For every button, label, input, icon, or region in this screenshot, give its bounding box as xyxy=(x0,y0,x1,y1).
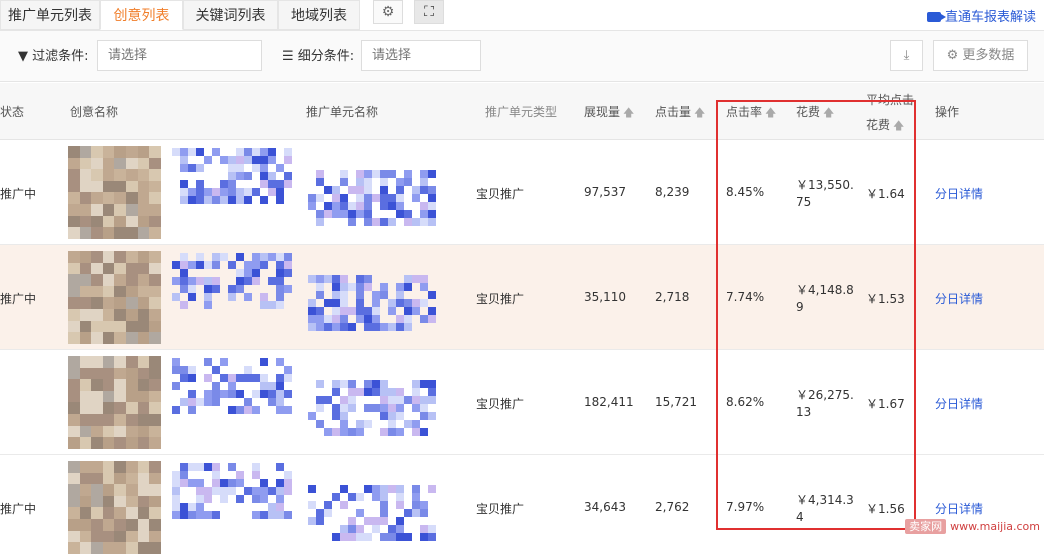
sort-arrow-icon: 🡅 xyxy=(823,106,835,119)
tab-unit-list[interactable]: 推广单元列表 xyxy=(0,0,100,30)
settings-button[interactable]: ⚙ xyxy=(373,0,403,24)
tab-keyword-list[interactable]: 关键词列表 xyxy=(183,0,278,30)
fullscreen-button[interactable]: ⛶ xyxy=(414,0,444,24)
col-status: 状态 xyxy=(0,105,25,119)
filter-label: ▼ 过滤条件: xyxy=(18,49,89,64)
creative-thumbnail[interactable] xyxy=(68,461,162,555)
daily-detail-link[interactable]: 分日详情 xyxy=(935,395,983,412)
row-unit-type: 宝贝推广 xyxy=(476,292,525,306)
row-avg-cpc: ￥1.67 xyxy=(866,397,905,411)
row-unit-type: 宝贝推广 xyxy=(476,502,525,516)
download-button[interactable]: ⤓ xyxy=(890,40,923,71)
row-clicks: 15,721 xyxy=(655,395,697,409)
row-status: 推广中 xyxy=(0,502,37,516)
row-status: 推广中 xyxy=(0,187,37,201)
table-row: 推广中 宝贝推广 35,110 2,718 7.74% ￥4,148.8 9 ￥… xyxy=(0,245,1044,350)
col-clicks[interactable]: 点击量 🡅 xyxy=(655,103,705,123)
row-cost-cont: 75 xyxy=(796,195,812,209)
col-avg-cpc[interactable]: 平均点击 xyxy=(866,91,914,108)
row-ctr: 7.74% xyxy=(726,290,765,304)
row-cost: ￥13,550. xyxy=(796,178,854,192)
tab-bar: 推广单元列表 创意列表 关键词列表 地域列表 ⚙ ⛶ 直通车报表解读 xyxy=(0,0,1044,30)
row-impressions: 182,411 xyxy=(584,395,634,409)
row-impressions: 35,110 xyxy=(584,290,626,304)
col-cost[interactable]: 花费 🡅 xyxy=(796,103,834,123)
row-avg-cpc: ￥1.56 xyxy=(866,502,905,516)
more-data-button[interactable]: ⚙ 更多数据 xyxy=(933,40,1028,71)
row-cost-cont: 9 xyxy=(796,300,804,314)
creative-thumbnail[interactable] xyxy=(68,356,162,450)
row-cost: ￥4,148.8 xyxy=(796,283,854,297)
daily-detail-link[interactable]: 分日详情 xyxy=(935,500,983,517)
watermark: 卖家网 www.maijia.com xyxy=(905,518,1040,534)
filter-select[interactable] xyxy=(97,40,262,71)
sort-arrow-icon: 🡅 xyxy=(623,106,635,119)
row-ctr: 8.62% xyxy=(726,395,765,409)
col-unit-type: 推广单元类型 xyxy=(485,105,558,119)
row-unit-type: 宝贝推广 xyxy=(476,187,525,201)
filter-bar: ▼ 过滤条件: ☰ 细分条件: ⤓ ⚙ 更多数据 xyxy=(0,30,1044,82)
gear-icon: ⚙ xyxy=(946,48,959,63)
daily-detail-link[interactable]: 分日详情 xyxy=(935,185,983,202)
creative-thumbnail[interactable] xyxy=(68,146,162,240)
daily-detail-link[interactable]: 分日详情 xyxy=(935,290,983,307)
expand-icon: ⛶ xyxy=(424,4,434,20)
table-row: 推广中 宝贝推广 34,643 2,762 7.97% ￥4,314.3 4 ￥… xyxy=(0,455,1044,560)
sort-arrow-icon: 🡅 xyxy=(694,106,706,119)
row-unit-type: 宝贝推广 xyxy=(476,397,525,411)
row-impressions: 97,537 xyxy=(584,185,626,199)
list-icon: ☰ xyxy=(282,49,294,64)
gear-icon: ⚙ xyxy=(381,4,395,20)
row-clicks: 2,762 xyxy=(655,500,690,514)
segment-label: ☰ 细分条件: xyxy=(282,49,355,64)
col-impressions[interactable]: 展现量 🡅 xyxy=(584,103,634,123)
segment-select[interactable] xyxy=(361,40,481,71)
col-unit-name: 推广单元名称 xyxy=(306,105,379,119)
sort-arrow-icon: 🡅 xyxy=(893,119,905,132)
funnel-icon: ▼ xyxy=(18,49,28,64)
row-cost: ￥4,314.3 xyxy=(796,493,854,507)
table-header: 状态 创意名称 推广单元名称 推广单元类型 展现量 🡅 点击量 🡅 点击率 🡅 花费 🡅… xyxy=(0,83,1044,140)
row-cost-cont: 4 xyxy=(796,510,804,524)
sort-arrow-icon: 🡅 xyxy=(765,106,777,119)
col-action: 操作 xyxy=(935,105,960,119)
row-impressions: 34,643 xyxy=(584,500,626,514)
row-ctr: 8.45% xyxy=(726,185,765,199)
col-ctr[interactable]: 点击率 🡅 xyxy=(726,103,776,123)
creative-thumbnail[interactable] xyxy=(68,251,162,345)
tab-creative-list[interactable]: 创意列表 xyxy=(100,0,183,30)
table-row: 宝贝推广 182,411 15,721 8.62% ￥26,275. 13 ￥1… xyxy=(0,350,1044,455)
row-status: 推广中 xyxy=(0,292,37,306)
report-guide-link[interactable]: 直通车报表解读 xyxy=(926,6,1036,25)
col-creative-name: 创意名称 xyxy=(70,105,119,119)
download-icon: ⤓ xyxy=(903,48,910,63)
row-clicks: 8,239 xyxy=(655,185,690,199)
row-ctr: 7.97% xyxy=(726,500,765,514)
row-avg-cpc: ￥1.64 xyxy=(866,187,905,201)
row-cost-cont: 13 xyxy=(796,405,812,419)
row-avg-cpc: ￥1.53 xyxy=(866,292,905,306)
table-row: 推广中 宝贝推广 97,537 8,239 8.45% ￥13,550. 75 … xyxy=(0,140,1044,245)
video-icon xyxy=(926,12,946,22)
row-clicks: 2,718 xyxy=(655,290,690,304)
row-cost: ￥26,275. xyxy=(796,388,854,402)
tab-region-list[interactable]: 地域列表 xyxy=(278,0,360,30)
col-avg-cpc-line2[interactable]: 花费 🡅 xyxy=(866,116,904,136)
